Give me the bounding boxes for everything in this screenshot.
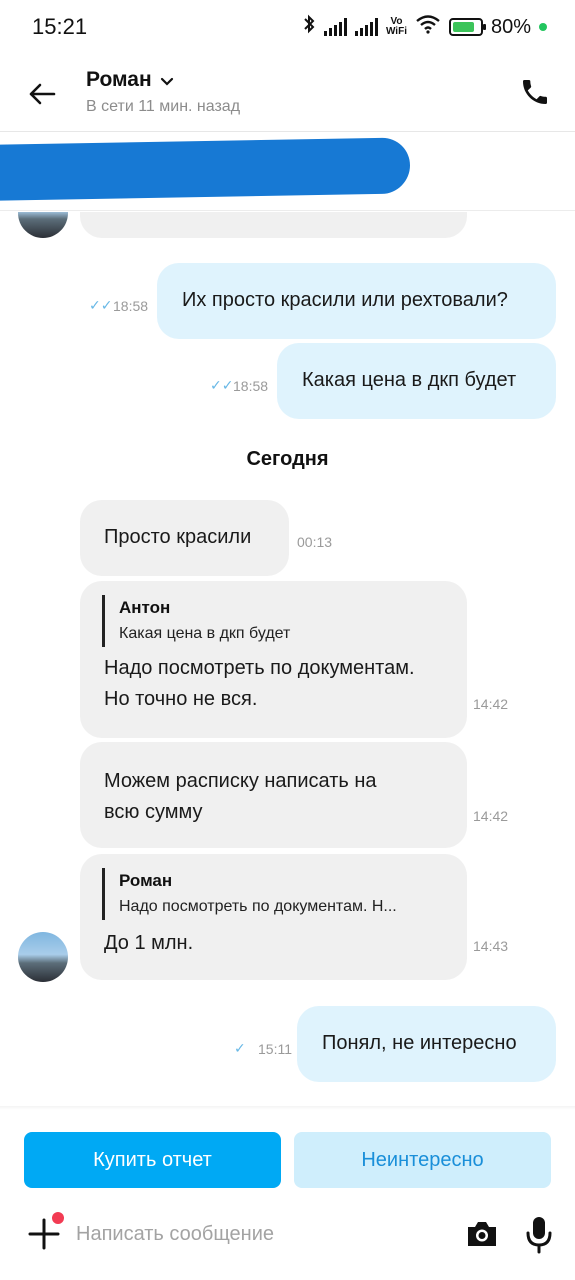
signal-icon bbox=[354, 18, 378, 36]
message-text-line: Можем расписку написать на bbox=[104, 770, 377, 792]
message-input[interactable] bbox=[76, 1214, 446, 1254]
contact-name[interactable]: Роман bbox=[86, 68, 152, 92]
day-separator: Сегодня bbox=[246, 448, 329, 470]
message-text: Понял, не интересно bbox=[322, 1032, 517, 1054]
chat-header: Роман В сети 11 мин. назад bbox=[0, 56, 575, 132]
quote-text: Какая цена в дкп будет bbox=[119, 625, 291, 642]
avatar[interactable] bbox=[18, 212, 68, 238]
double-check-icon: ✓✓ bbox=[89, 297, 113, 313]
message-time: 18:58 bbox=[233, 378, 269, 394]
redacted-area bbox=[0, 137, 410, 201]
chevron-down-icon[interactable] bbox=[160, 74, 174, 92]
message-composer bbox=[0, 1200, 575, 1270]
privacy-indicator-dot bbox=[539, 23, 547, 31]
message-bubble-incoming[interactable]: Антон Какая цена в дкп будет Надо посмот… bbox=[80, 581, 467, 738]
message-bubble-outgoing[interactable]: Их просто красили или рехтовали? bbox=[157, 263, 556, 339]
voice-message-button[interactable] bbox=[522, 1214, 556, 1254]
quoted-message[interactable]: Антон Какая цена в дкп будет bbox=[102, 595, 290, 647]
message-text: До 1 млн. bbox=[104, 932, 194, 954]
message-text-line: Но точно не вся. bbox=[104, 688, 258, 710]
contact-online-status: В сети 11 мин. назад bbox=[86, 98, 241, 115]
message-bubble-outgoing[interactable]: Какая цена в дкп будет bbox=[277, 343, 556, 419]
back-button[interactable] bbox=[22, 74, 62, 114]
message-bubble-incoming bbox=[80, 212, 467, 238]
quote-author: Антон bbox=[119, 598, 171, 617]
camera-button[interactable] bbox=[464, 1216, 500, 1252]
message-time: 18:58 bbox=[113, 298, 149, 314]
message-text: Какая цена в дкп будет bbox=[302, 369, 517, 391]
quoted-message[interactable]: Роман Надо посмотреть по документам. Н..… bbox=[102, 868, 397, 920]
vowifi-bottom-label: WiFi bbox=[385, 26, 407, 37]
bluetooth-icon bbox=[302, 14, 316, 40]
message-bubble-incoming[interactable]: Роман Надо посмотреть по документам. Н..… bbox=[80, 854, 467, 980]
notification-dot bbox=[52, 1212, 64, 1224]
message-bubble-incoming[interactable]: Можем расписку написать на всю сумму bbox=[80, 742, 467, 848]
message-bubble-incoming[interactable]: Просто красили bbox=[80, 500, 289, 576]
pinned-listing-bar[interactable] bbox=[0, 133, 575, 211]
message-text: Их просто красили или рехтовали? bbox=[182, 289, 508, 311]
status-time: 15:21 bbox=[32, 14, 88, 39]
message-text: Просто красили bbox=[104, 526, 252, 548]
check-icon: ✓ bbox=[234, 1040, 246, 1056]
status-icons: Vo WiFi 80% bbox=[302, 14, 547, 40]
footer-divider bbox=[0, 1106, 575, 1110]
message-time: 14:43 bbox=[473, 938, 509, 954]
message-text-line: всю сумму bbox=[104, 801, 203, 823]
double-check-icon: ✓✓ bbox=[210, 377, 234, 393]
message-text-line: Надо посмотреть по документам. bbox=[104, 657, 415, 679]
quote-text: Надо посмотреть по документам. Н... bbox=[119, 898, 397, 915]
back-arrow-icon bbox=[29, 83, 56, 105]
avatar[interactable] bbox=[18, 932, 68, 982]
camera-icon bbox=[468, 1222, 496, 1246]
buy-report-button[interactable]: Купить отчет bbox=[24, 1132, 281, 1188]
signal-icon bbox=[323, 18, 347, 36]
battery-charging-icon bbox=[448, 18, 486, 36]
quote-author: Роман bbox=[119, 871, 173, 890]
vowifi-icon: Vo WiFi bbox=[386, 17, 407, 37]
message-time: 14:42 bbox=[473, 808, 509, 824]
wifi-icon bbox=[415, 14, 441, 40]
phone-icon bbox=[523, 80, 547, 104]
message-bubble-outgoing[interactable]: Понял, не интересно bbox=[297, 1006, 556, 1082]
message-time: 15:11 bbox=[258, 1041, 292, 1057]
message-time: 00:13 bbox=[297, 534, 333, 550]
chat-messages[interactable]: ✓✓ 18:58 Их просто красили или рехтовали… bbox=[0, 212, 575, 1105]
not-interested-button[interactable]: Неинтересно bbox=[294, 1132, 551, 1188]
call-button[interactable] bbox=[515, 72, 555, 112]
status-bar: 15:21 Vo WiFi 80% bbox=[0, 0, 575, 56]
message-time: 14:42 bbox=[473, 696, 509, 712]
microphone-icon bbox=[526, 1217, 552, 1254]
battery-percent: 80% bbox=[490, 15, 531, 38]
battery-level-fill bbox=[452, 22, 474, 32]
